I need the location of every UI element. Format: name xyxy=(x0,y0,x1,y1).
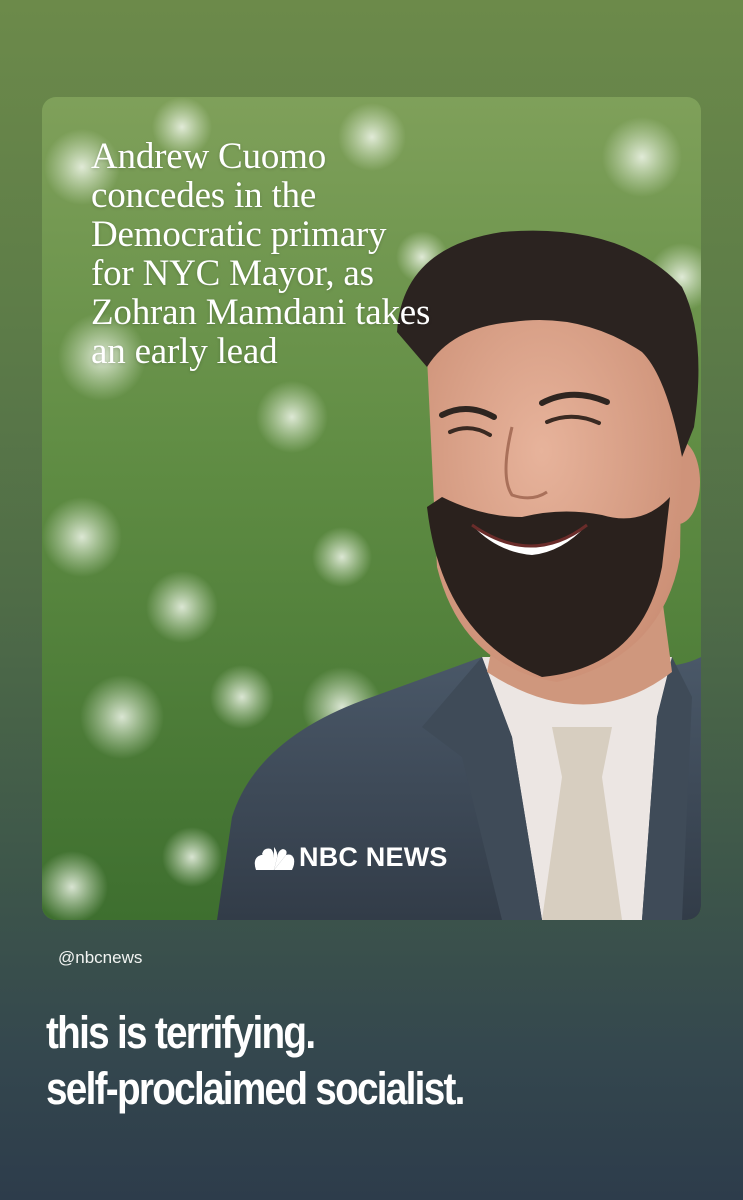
caption-text: this is terrifying. self-proclaimed soci… xyxy=(46,1005,726,1117)
nbc-news-logo: NBC NEWS xyxy=(252,842,448,873)
news-card[interactable]: Andrew Cuomo concedes in the Democratic … xyxy=(42,97,701,920)
logo-text: NBC NEWS xyxy=(299,842,448,872)
headline: Andrew Cuomo concedes in the Democratic … xyxy=(91,136,431,372)
caption-line: self-proclaimed socialist. xyxy=(46,1063,465,1114)
author-handle[interactable]: @nbcnews xyxy=(58,948,142,968)
nbc-peacock-icon xyxy=(254,846,295,870)
caption-line: this is terrifying. xyxy=(46,1007,316,1058)
